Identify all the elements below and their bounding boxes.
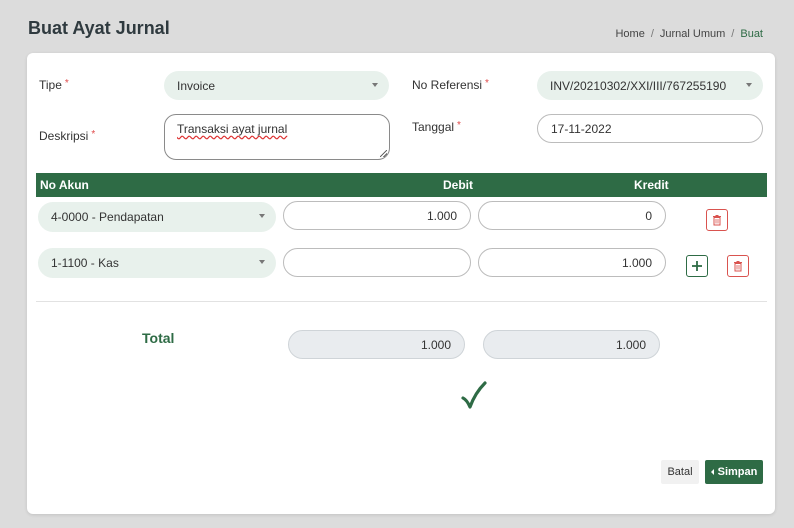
total-kredit-value: 1.000: [615, 337, 646, 352]
col-debit: Debit: [443, 178, 473, 192]
total-debit-value: 1.000: [420, 337, 451, 352]
required-mark: *: [457, 120, 461, 131]
chevron-down-icon: [259, 214, 265, 218]
page-title: Buat Ayat Jurnal: [28, 18, 170, 38]
resize-handle-icon[interactable]: [380, 150, 387, 157]
trash-icon: [713, 215, 721, 226]
required-mark: *: [91, 129, 96, 140]
save-button[interactable]: Simpan: [705, 460, 763, 484]
trash-icon: [734, 261, 742, 272]
deskripsi-value: Transaksi ayat jurnal: [177, 122, 288, 136]
journal-form-card: Tipe * Invoice No Referensi * INV/20210302…: [27, 53, 775, 514]
debit-input-row-2[interactable]: [283, 248, 471, 277]
tanggal-label-text: Tanggal: [412, 120, 455, 134]
noref-select[interactable]: INV/20210302/XXI/III/767255190: [537, 71, 763, 100]
breadcrumb-separator: /: [650, 28, 654, 40]
divider: [36, 301, 767, 302]
tanggal-label: Tanggal *: [412, 120, 461, 134]
kredit-value: 1.000: [621, 255, 652, 270]
tanggal-input[interactable]: 17-11-2022: [537, 114, 763, 143]
save-button-label: Simpan: [717, 466, 758, 478]
akun-value: 4-0000 - Pendapatan: [51, 210, 164, 224]
noref-label-text: No Referensi: [412, 78, 483, 92]
akun-select-row-2[interactable]: 1-1100 - Kas: [38, 248, 276, 278]
journal-table-header: No Akun Debit Kredit: [36, 173, 767, 197]
plus-icon: [692, 261, 702, 271]
deskripsi-label-text: Deskripsi: [39, 129, 89, 143]
breadcrumb-jurnal-umum[interactable]: Jurnal Umum: [660, 28, 725, 40]
col-no-akun: No Akun: [40, 178, 89, 192]
kredit-input-row-2[interactable]: 1.000: [478, 248, 666, 277]
deskripsi-label: Deskripsi *: [39, 129, 95, 143]
caret-left-icon: [710, 469, 714, 475]
debit-value: 1.000: [426, 208, 457, 223]
akun-value: 1-1100 - Kas: [51, 256, 119, 270]
required-mark: *: [64, 78, 69, 89]
noref-label: No Referensi *: [412, 78, 489, 92]
total-label: Total: [142, 330, 175, 346]
chevron-down-icon: [259, 260, 265, 264]
add-row-button[interactable]: [686, 255, 708, 277]
tipe-label: Tipe *: [39, 78, 69, 92]
delete-row-1-button[interactable]: [706, 209, 728, 231]
delete-row-2-button[interactable]: [727, 255, 749, 277]
akun-select-row-1[interactable]: 4-0000 - Pendapatan: [38, 202, 276, 232]
total-debit-field: 1.000: [288, 330, 465, 359]
cancel-button[interactable]: Batal: [661, 460, 699, 484]
breadcrumb-current: Buat: [740, 28, 763, 40]
deskripsi-textarea[interactable]: Transaksi ayat jurnal: [164, 114, 390, 160]
breadcrumb-home[interactable]: Home: [615, 28, 644, 40]
checkmark-icon: [461, 381, 487, 409]
tipe-select-value: Invoice: [177, 78, 216, 93]
breadcrumb-separator: /: [731, 28, 735, 40]
noref-select-value: INV/20210302/XXI/III/767255190: [550, 78, 727, 93]
required-mark: *: [485, 78, 489, 89]
kredit-input-row-1[interactable]: 0: [478, 201, 666, 230]
total-kredit-field: 1.000: [483, 330, 660, 359]
tanggal-value: 17-11-2022: [551, 121, 612, 136]
chevron-down-icon: [372, 83, 378, 87]
tipe-label-text: Tipe: [39, 78, 62, 92]
breadcrumb: Home / Jurnal Umum / Buat: [615, 28, 763, 40]
kredit-value: 0: [645, 208, 652, 223]
tipe-select[interactable]: Invoice: [164, 71, 389, 100]
col-kredit: Kredit: [634, 178, 669, 192]
debit-input-row-1[interactable]: 1.000: [283, 201, 471, 230]
chevron-down-icon: [746, 83, 752, 87]
